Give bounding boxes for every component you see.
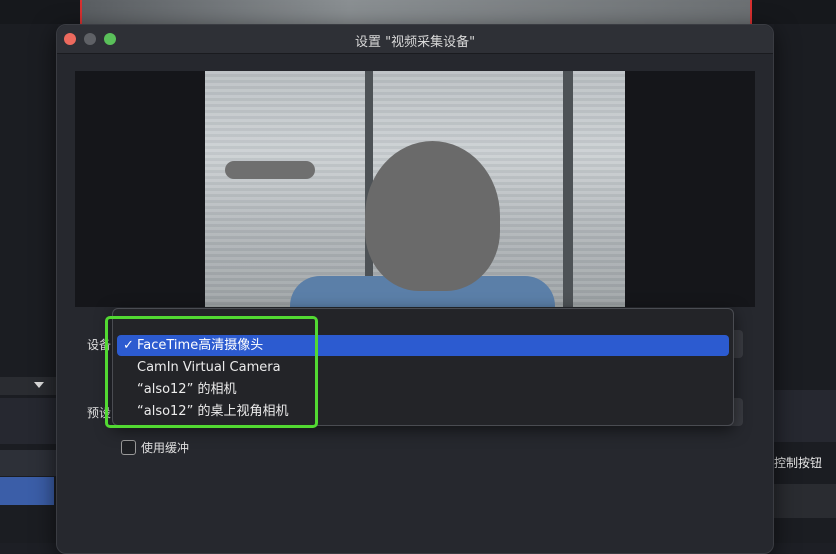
- dialog-title: 设置 "视频采集设备": [354, 35, 476, 50]
- background-left-bar: [0, 377, 58, 395]
- background-left-selected-row[interactable]: [0, 477, 54, 505]
- window-blind: [205, 71, 365, 307]
- menu-item-label: “also12” 的相机: [137, 382, 237, 397]
- window-blind: [573, 71, 625, 307]
- redacted-face: [365, 141, 500, 291]
- menu-item-also12-desk-view[interactable]: “also12” 的桌上视角相机: [117, 401, 729, 422]
- menu-item-camin[interactable]: CamIn Virtual Camera: [117, 357, 729, 378]
- controls-panel-label: |控制按钮: [766, 454, 822, 471]
- menu-item-label: FaceTime高清摄像头: [137, 338, 264, 353]
- menu-item-facetime[interactable]: ✓ FaceTime高清摄像头: [117, 335, 729, 356]
- use-buffer-label: 使用缓冲: [141, 441, 190, 455]
- menu-item-label: “also12” 的桌上视角相机: [137, 404, 289, 419]
- device-dropdown-menu: ✓ FaceTime高清摄像头 CamIn Virtual Camera “al…: [112, 308, 734, 426]
- window-pillar: [563, 71, 573, 307]
- background-right-block: [774, 390, 836, 442]
- chevron-down-icon[interactable]: [34, 382, 44, 388]
- use-buffer-checkbox[interactable]: [121, 440, 136, 455]
- background-preview-strip: [80, 0, 752, 24]
- preset-label: 预设: [87, 406, 112, 420]
- camera-preview-area: [75, 71, 755, 307]
- background-right-block-lower: [774, 484, 836, 518]
- device-label: 设备: [87, 338, 112, 352]
- controls-label-text: 控制按钮: [774, 456, 823, 470]
- redacted-area: [225, 161, 315, 179]
- background-left-block: [0, 398, 58, 444]
- use-buffer-option[interactable]: 使用缓冲: [121, 439, 189, 456]
- camera-preview-image: [205, 71, 625, 307]
- background-left-row[interactable]: [0, 450, 58, 476]
- settings-dialog: 设置 "视频采集设备" 设备 预设 使用缓冲: [56, 24, 774, 554]
- menu-item-also12-camera[interactable]: “also12” 的相机: [117, 379, 729, 400]
- checkmark-icon: ✓: [123, 338, 134, 353]
- menu-item-label: CamIn Virtual Camera: [137, 360, 281, 375]
- title-bar[interactable]: 设置 "视频采集设备": [57, 25, 773, 54]
